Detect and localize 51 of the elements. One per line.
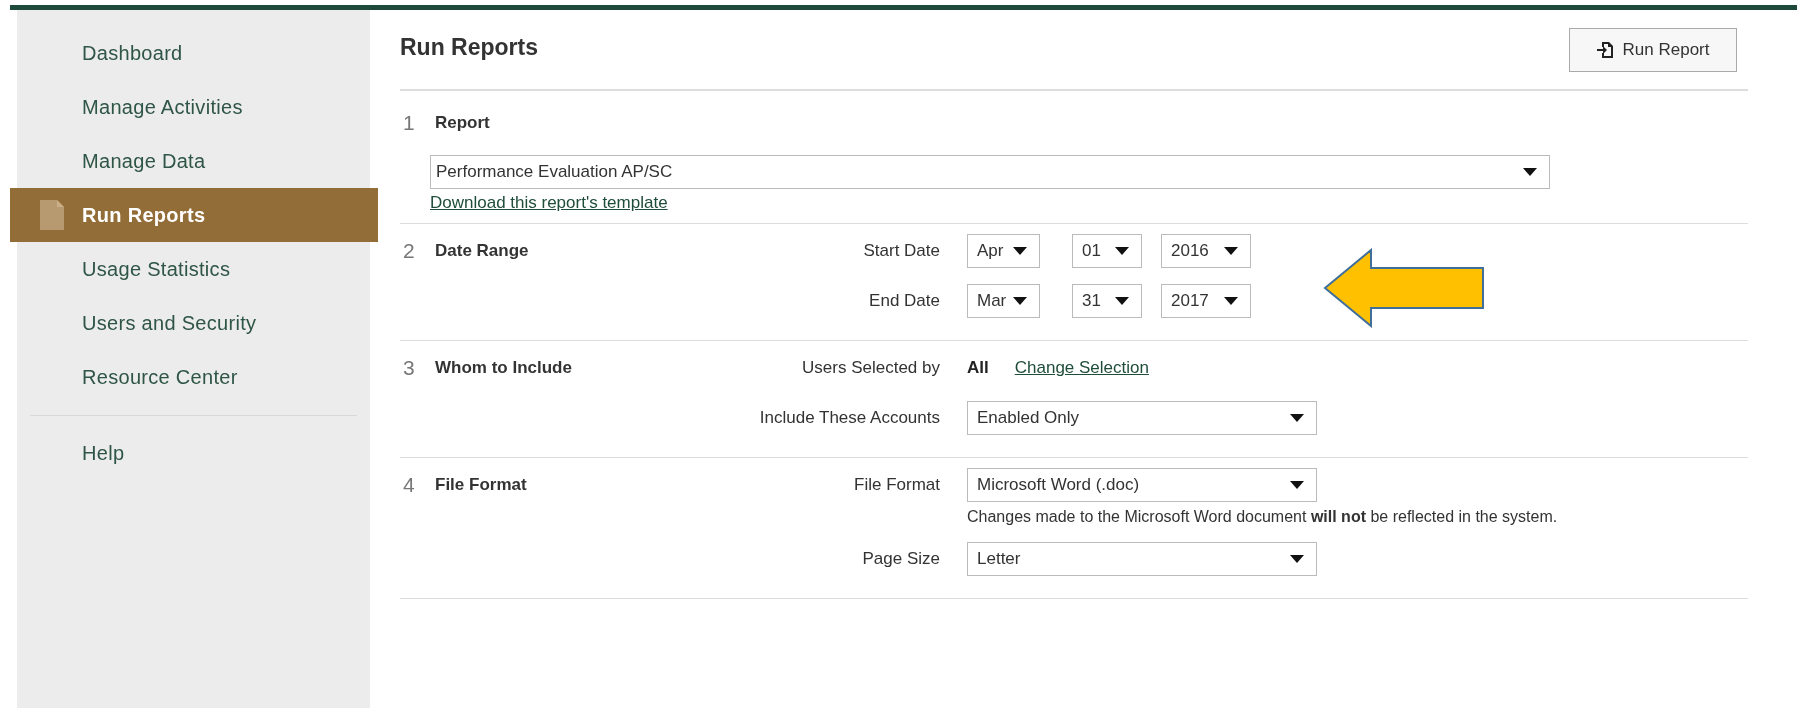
field-label: Users Selected by bbox=[801, 357, 940, 379]
field-label: File Format bbox=[853, 474, 940, 496]
dropdown[interactable]: 2016 bbox=[1161, 234, 1251, 268]
nav-item[interactable]: Run Reports bbox=[10, 188, 378, 242]
caret-icon bbox=[1013, 297, 1027, 305]
nav-item[interactable]: Manage Activities bbox=[17, 80, 370, 134]
nav-item[interactable]: Help bbox=[17, 426, 370, 480]
section-title: Report bbox=[435, 112, 491, 134]
left-arrow-icon bbox=[1323, 248, 1485, 328]
dropdown[interactable]: 31 bbox=[1072, 284, 1142, 318]
dropdown[interactable]: Letter bbox=[967, 542, 1317, 576]
step-number: 2 bbox=[402, 238, 416, 264]
nav-item[interactable]: Dashboard bbox=[17, 26, 370, 80]
dropdown[interactable]: 01 bbox=[1072, 234, 1142, 268]
dropdown[interactable]: Apr bbox=[967, 234, 1040, 268]
export-icon bbox=[1596, 42, 1613, 58]
step-number: 1 bbox=[402, 111, 416, 135]
nav-item[interactable]: Users and Security bbox=[17, 296, 370, 350]
section-title: File Format bbox=[435, 474, 528, 496]
dropdown[interactable]: Mar bbox=[967, 284, 1040, 318]
change-selection-link[interactable]: Change Selection bbox=[1014, 358, 1149, 378]
selection-value: All bbox=[967, 358, 989, 378]
nav-item[interactable]: Manage Data bbox=[17, 134, 370, 188]
field-label: Include These Accounts bbox=[758, 407, 940, 429]
field-label: Page Size bbox=[861, 548, 940, 570]
dropdown[interactable]: Performance Evaluation AP/SC bbox=[430, 155, 1550, 189]
caret-icon bbox=[1115, 297, 1129, 305]
template-link[interactable]: Download this report's template bbox=[430, 193, 668, 213]
nav-item[interactable]: Usage Statistics bbox=[17, 242, 370, 296]
page-title: Run Reports bbox=[400, 34, 538, 61]
caret-icon bbox=[1224, 247, 1238, 255]
field-label: Start Date bbox=[862, 240, 940, 262]
caret-icon bbox=[1013, 247, 1027, 255]
document-icon bbox=[40, 200, 64, 230]
section-title: Whom to Include bbox=[435, 357, 573, 379]
caret-icon bbox=[1224, 297, 1238, 305]
caret-icon bbox=[1290, 555, 1304, 563]
step-number: 3 bbox=[402, 355, 416, 381]
caret-icon bbox=[1290, 481, 1304, 489]
dropdown[interactable]: Microsoft Word (.doc) bbox=[967, 468, 1317, 502]
help-text: Changes made to the Microsoft Word document will not be reflected in the system. bbox=[967, 508, 1558, 526]
section-title: Date Range bbox=[435, 240, 530, 262]
step-number: 4 bbox=[402, 472, 416, 498]
nav-item[interactable]: Resource Center bbox=[17, 350, 370, 404]
run-report-button[interactable]: Run Report bbox=[1569, 28, 1737, 72]
caret-icon bbox=[1523, 168, 1537, 176]
dropdown[interactable]: Enabled Only bbox=[967, 401, 1317, 435]
caret-icon bbox=[1115, 247, 1129, 255]
caret-icon bbox=[1290, 414, 1304, 422]
field-label: End Date bbox=[868, 290, 940, 312]
dropdown[interactable]: 2017 bbox=[1161, 284, 1251, 318]
